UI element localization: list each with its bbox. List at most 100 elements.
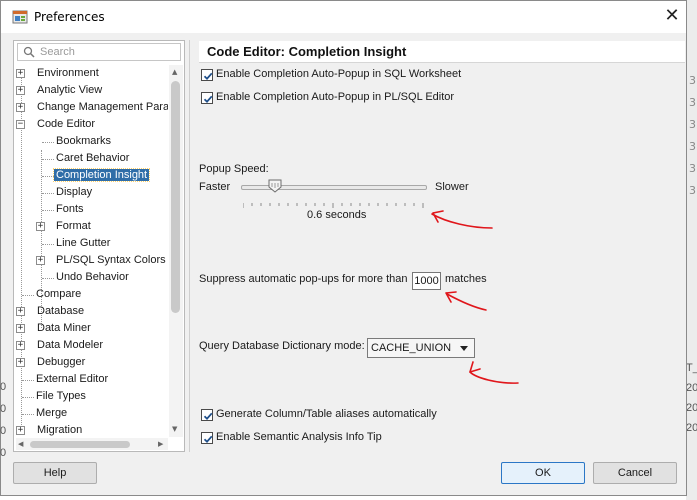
collapse-icon[interactable]: − xyxy=(16,120,25,129)
tree-item-label: Migration xyxy=(37,424,83,436)
semantic-tip-checkbox[interactable] xyxy=(201,432,213,444)
tree-connector xyxy=(22,414,34,415)
tree-item-label: Bookmarks xyxy=(56,135,112,147)
bg-text: T_ xyxy=(686,362,697,374)
window-title: Preferences xyxy=(34,10,105,24)
tree-connector xyxy=(22,397,34,398)
tree-item-caret-behavior[interactable]: Caret Behavior xyxy=(54,150,131,167)
tree-connector xyxy=(42,142,54,143)
tree-item-label: Completion Insight xyxy=(52,168,151,182)
expand-icon[interactable]: + xyxy=(16,307,25,316)
tree-item-undo-behavior[interactable]: Undo Behavior xyxy=(54,269,131,286)
tree-item-label: Change Management Parar xyxy=(37,101,168,113)
bg-digit: 0 xyxy=(0,381,7,393)
search-input[interactable] xyxy=(40,45,175,59)
expand-icon[interactable]: + xyxy=(16,426,25,435)
expand-icon[interactable]: + xyxy=(16,86,25,95)
bg-digit: 3 xyxy=(689,184,696,197)
scroll-right-arrow-icon[interactable]: ▶ xyxy=(158,440,163,448)
bg-digit: 3 xyxy=(689,162,696,175)
background-right-lower: T_ 20 20 20 xyxy=(686,358,697,438)
close-icon[interactable]: ✕ xyxy=(659,5,685,29)
popup-speed-slider-thumb[interactable] xyxy=(268,179,282,193)
pane-divider[interactable] xyxy=(189,40,190,452)
scroll-left-arrow-icon[interactable]: ◀ xyxy=(18,440,23,448)
preferences-nav-pane: + Environment + Analytic View + Change M… xyxy=(13,40,185,452)
tree-item-label: Debugger xyxy=(37,356,86,368)
background-digits: 3 3 3 3 3 3 xyxy=(689,70,696,202)
scroll-up-arrow-icon[interactable]: ▲ xyxy=(172,68,177,76)
tree-item-label: Display xyxy=(56,186,93,198)
tree-connector xyxy=(42,193,54,194)
scrollbar-thumb[interactable] xyxy=(30,441,130,448)
tree-item-label: Analytic View xyxy=(37,84,103,96)
tree-connector xyxy=(42,159,54,160)
bg-digit: 3 xyxy=(689,96,696,109)
expand-icon[interactable]: + xyxy=(36,222,45,231)
bg-digit: 0 xyxy=(0,403,7,415)
tree-item-file-types[interactable]: File Types xyxy=(34,388,88,405)
tree-item-label: Merge xyxy=(36,407,68,419)
auto-popup-sql-checkbox[interactable] xyxy=(201,69,213,81)
title-bar: Preferences ✕ xyxy=(1,1,686,33)
tree-item-display[interactable]: Display xyxy=(54,184,94,201)
suppress-suffix-label: matches xyxy=(445,273,487,285)
expand-icon[interactable]: + xyxy=(16,341,25,350)
tree-item-fonts[interactable]: Fonts xyxy=(54,201,86,218)
checkmark-icon xyxy=(203,412,213,421)
tree-item-label: External Editor xyxy=(36,373,109,385)
tree-connector xyxy=(42,210,54,211)
auto-popup-plsql-label: Enable Completion Auto-Popup in PL/SQL E… xyxy=(216,91,455,103)
tree-item-label: PL/SQL Syntax Colors xyxy=(56,254,166,266)
tree-connector xyxy=(22,380,34,381)
scroll-down-arrow-icon[interactable]: ▼ xyxy=(172,425,177,433)
tree-item-merge[interactable]: Merge xyxy=(34,405,69,422)
tree-item-compare[interactable]: Compare xyxy=(34,286,83,303)
expand-icon[interactable]: + xyxy=(16,103,25,112)
bg-digit: 3 xyxy=(689,118,696,131)
scrollbar-thumb[interactable] xyxy=(171,81,180,313)
popup-speed-label: Popup Speed: xyxy=(199,163,269,175)
tree-item-label: Compare xyxy=(36,288,82,300)
auto-popup-plsql-checkbox[interactable] xyxy=(201,92,213,104)
tree-item-label: Code Editor xyxy=(37,118,96,130)
chevron-down-icon xyxy=(460,346,468,351)
bg-text: 20 xyxy=(686,382,697,394)
tree-item-completion-insight[interactable]: Completion Insight xyxy=(52,167,151,184)
tree-vertical-scrollbar[interactable]: ▲ ▼ xyxy=(169,65,183,437)
expand-icon[interactable]: + xyxy=(16,358,25,367)
help-button[interactable]: Help xyxy=(13,462,97,484)
bg-text: 20 xyxy=(686,402,697,414)
panel-heading: Code Editor: Completion Insight xyxy=(207,44,407,59)
tree-item-label: File Types xyxy=(36,390,86,402)
checkmark-icon xyxy=(203,95,213,104)
expand-icon[interactable]: + xyxy=(36,256,45,265)
tree-item-label: Undo Behavior xyxy=(56,271,129,283)
generate-aliases-label: Generate Column/Table aliases automatica… xyxy=(216,408,437,420)
semantic-tip-label: Enable Semantic Analysis Info Tip xyxy=(216,431,382,443)
popup-speed-value: 0.6 seconds xyxy=(307,209,367,221)
checkmark-icon xyxy=(203,435,213,444)
tree-item-label: Data Miner xyxy=(37,322,91,334)
suppress-count-input[interactable]: 1000 xyxy=(412,272,441,290)
bg-digit: 3 xyxy=(689,74,696,87)
generate-aliases-checkbox[interactable] xyxy=(201,409,213,421)
tree-item-label: Database xyxy=(37,305,85,317)
preferences-tree: + Environment + Analytic View + Change M… xyxy=(14,65,168,437)
tree-item-external-editor[interactable]: External Editor xyxy=(34,371,110,388)
checkmark-icon xyxy=(203,72,213,81)
bg-text: 20 xyxy=(686,422,697,434)
tree-item-label: Format xyxy=(56,220,91,232)
tree-connector xyxy=(22,295,34,296)
cancel-button[interactable]: Cancel xyxy=(593,462,677,484)
suppress-label: Suppress automatic pop-ups for more than xyxy=(199,273,408,285)
tree-horizontal-scrollbar[interactable]: ◀ ▶ xyxy=(16,438,168,450)
tree-item-label: Environment xyxy=(37,67,99,79)
tree-connector xyxy=(42,176,54,177)
tree-item-line-gutter[interactable]: Line Gutter xyxy=(54,235,112,252)
ok-button[interactable]: OK xyxy=(501,462,585,484)
tree-item-bookmarks[interactable]: Bookmarks xyxy=(54,133,113,150)
expand-icon[interactable]: + xyxy=(16,324,25,333)
dictionary-mode-select[interactable]: CACHE_UNION xyxy=(367,338,475,358)
expand-icon[interactable]: + xyxy=(16,69,25,78)
